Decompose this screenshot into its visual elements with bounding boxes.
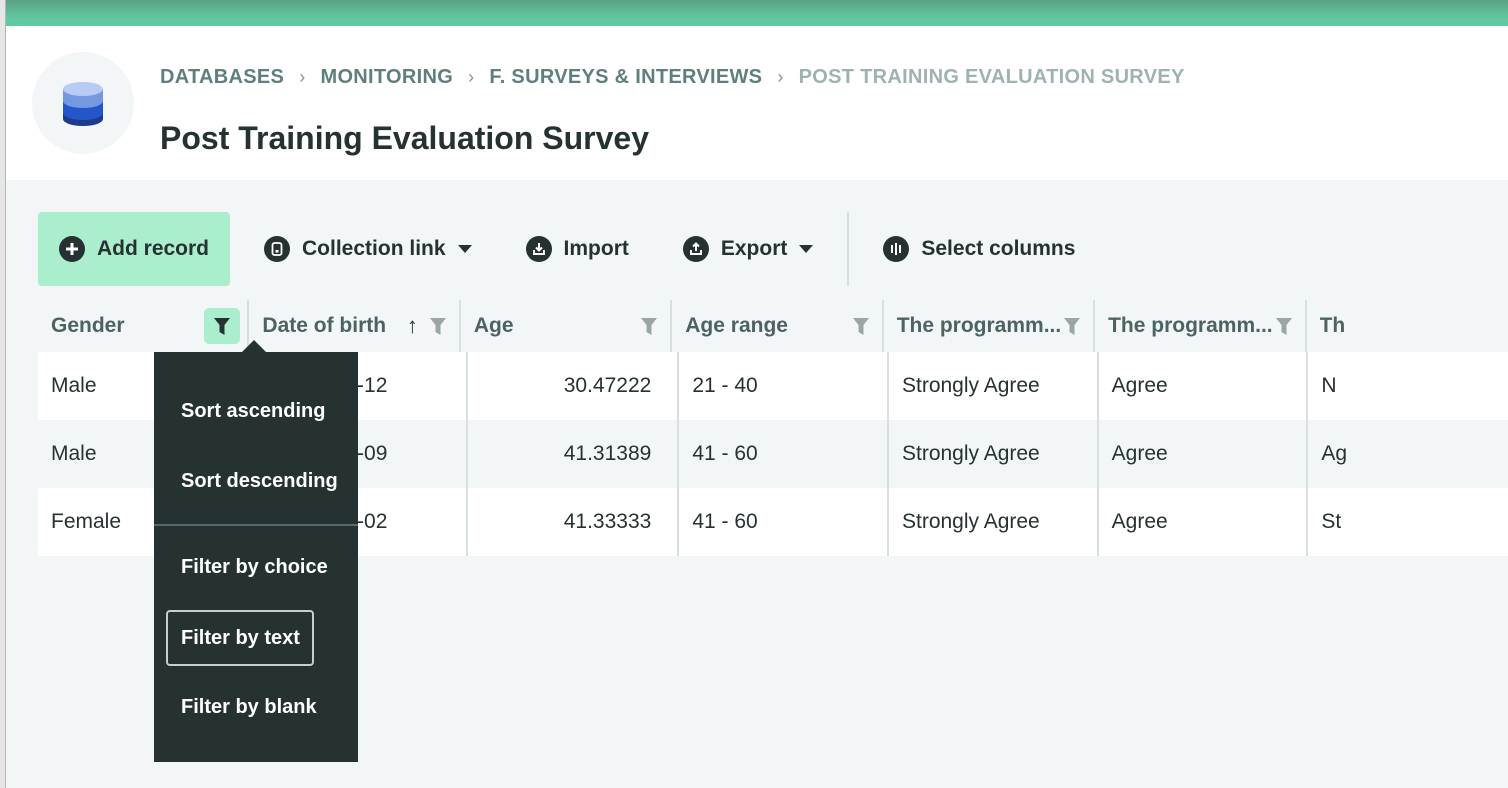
import-button[interactable]: Import — [506, 212, 649, 286]
database-icon — [32, 52, 134, 154]
menu-divider — [154, 524, 358, 526]
cell-programme-1[interactable]: Strongly Agree — [889, 488, 1099, 556]
filter-icon[interactable] — [852, 317, 869, 335]
menu-item-filter-by-choice[interactable]: Filter by choice — [166, 539, 328, 595]
filter-icon[interactable] — [429, 317, 446, 335]
app-window: DATABASES › MONITORING › F. SURVEYS & IN… — [6, 0, 1508, 788]
add-record-label: Add record — [97, 237, 210, 260]
filter-icon[interactable] — [641, 317, 658, 335]
column-header-date-of-birth[interactable]: Date of birth ↑ — [249, 300, 461, 352]
cell-age-range[interactable]: 41 - 60 — [679, 420, 889, 488]
select-columns-button[interactable]: Select columns — [863, 212, 1095, 286]
column-header-age[interactable]: Age — [461, 300, 673, 352]
chevron-right-icon: › — [299, 67, 306, 87]
breadcrumb-current: POST TRAINING EVALUATION SURVEY — [798, 66, 1185, 88]
plus-circle-icon — [59, 236, 85, 262]
link-device-icon — [264, 236, 291, 262]
menu-item-sort-ascending[interactable]: Sort ascending — [166, 383, 325, 439]
import-icon — [525, 236, 552, 262]
cell-programme-3[interactable]: N — [1308, 352, 1508, 420]
chevron-right-icon: › — [777, 67, 784, 87]
breadcrumb-surveys[interactable]: F. SURVEYS & INTERVIEWS — [489, 66, 762, 89]
filter-icon[interactable] — [1064, 317, 1081, 335]
menu-item-filter-by-text[interactable]: Filter by text — [166, 610, 314, 666]
column-header-programme-1[interactable]: The programm... — [884, 300, 1096, 352]
export-icon — [682, 236, 709, 262]
caret-down-icon — [799, 245, 814, 253]
cell-programme-2[interactable]: Agree — [1099, 488, 1309, 556]
page-title: Post Training Evaluation Survey — [160, 120, 650, 156]
cell-age[interactable]: 41.33333 — [468, 488, 680, 556]
sort-ascending-icon[interactable]: ↑ — [407, 313, 418, 339]
import-label: Import — [563, 237, 629, 260]
caret-down-icon — [457, 245, 472, 253]
cell-programme-2[interactable]: Agree — [1099, 352, 1309, 420]
column-header-programme-2[interactable]: The programm... — [1095, 300, 1307, 352]
collection-link-label: Collection link — [302, 237, 446, 260]
cell-programme-3[interactable]: Ag — [1308, 420, 1508, 488]
cell-age[interactable]: 30.47222 — [468, 352, 680, 420]
toolbar-divider — [847, 212, 850, 286]
add-record-button[interactable]: Add record — [38, 212, 231, 286]
filter-icon[interactable] — [1275, 317, 1292, 335]
toolbar: Add record Collection link Import Export — [38, 212, 1095, 286]
breadcrumb: DATABASES › MONITORING › F. SURVEYS & IN… — [160, 66, 1185, 89]
export-label: Export — [720, 237, 788, 260]
column-header-age-range[interactable]: Age range — [672, 300, 884, 352]
column-header-gender[interactable]: Gender — [38, 300, 250, 352]
page-header: DATABASES › MONITORING › F. SURVEYS & IN… — [6, 26, 1508, 180]
columns-icon — [883, 236, 910, 262]
column-options-menu: Sort ascending Sort descending Filter by… — [154, 340, 358, 762]
cell-programme-1[interactable]: Strongly Agree — [889, 352, 1099, 420]
top-bar — [6, 0, 1508, 26]
select-columns-label: Select columns — [921, 237, 1076, 260]
filter-icon[interactable] — [204, 308, 241, 344]
breadcrumb-databases[interactable]: DATABASES — [160, 66, 284, 89]
menu-item-sort-descending[interactable]: Sort descending — [166, 453, 338, 509]
chevron-right-icon: › — [468, 67, 475, 87]
cell-age-range[interactable]: 41 - 60 — [679, 488, 889, 556]
cell-programme-1[interactable]: Strongly Agree — [889, 420, 1099, 488]
collection-link-button[interactable]: Collection link — [244, 212, 492, 286]
cell-age-range[interactable]: 21 - 40 — [679, 352, 889, 420]
column-header-programme-3[interactable]: Th — [1307, 300, 1508, 352]
cell-programme-3[interactable]: St — [1308, 488, 1508, 556]
breadcrumb-monitoring[interactable]: MONITORING — [320, 66, 453, 89]
export-button[interactable]: Export — [663, 212, 834, 286]
cell-age[interactable]: 41.31389 — [468, 420, 680, 488]
cell-programme-2[interactable]: Agree — [1099, 420, 1309, 488]
menu-item-filter-by-blank[interactable]: Filter by blank — [166, 679, 317, 735]
